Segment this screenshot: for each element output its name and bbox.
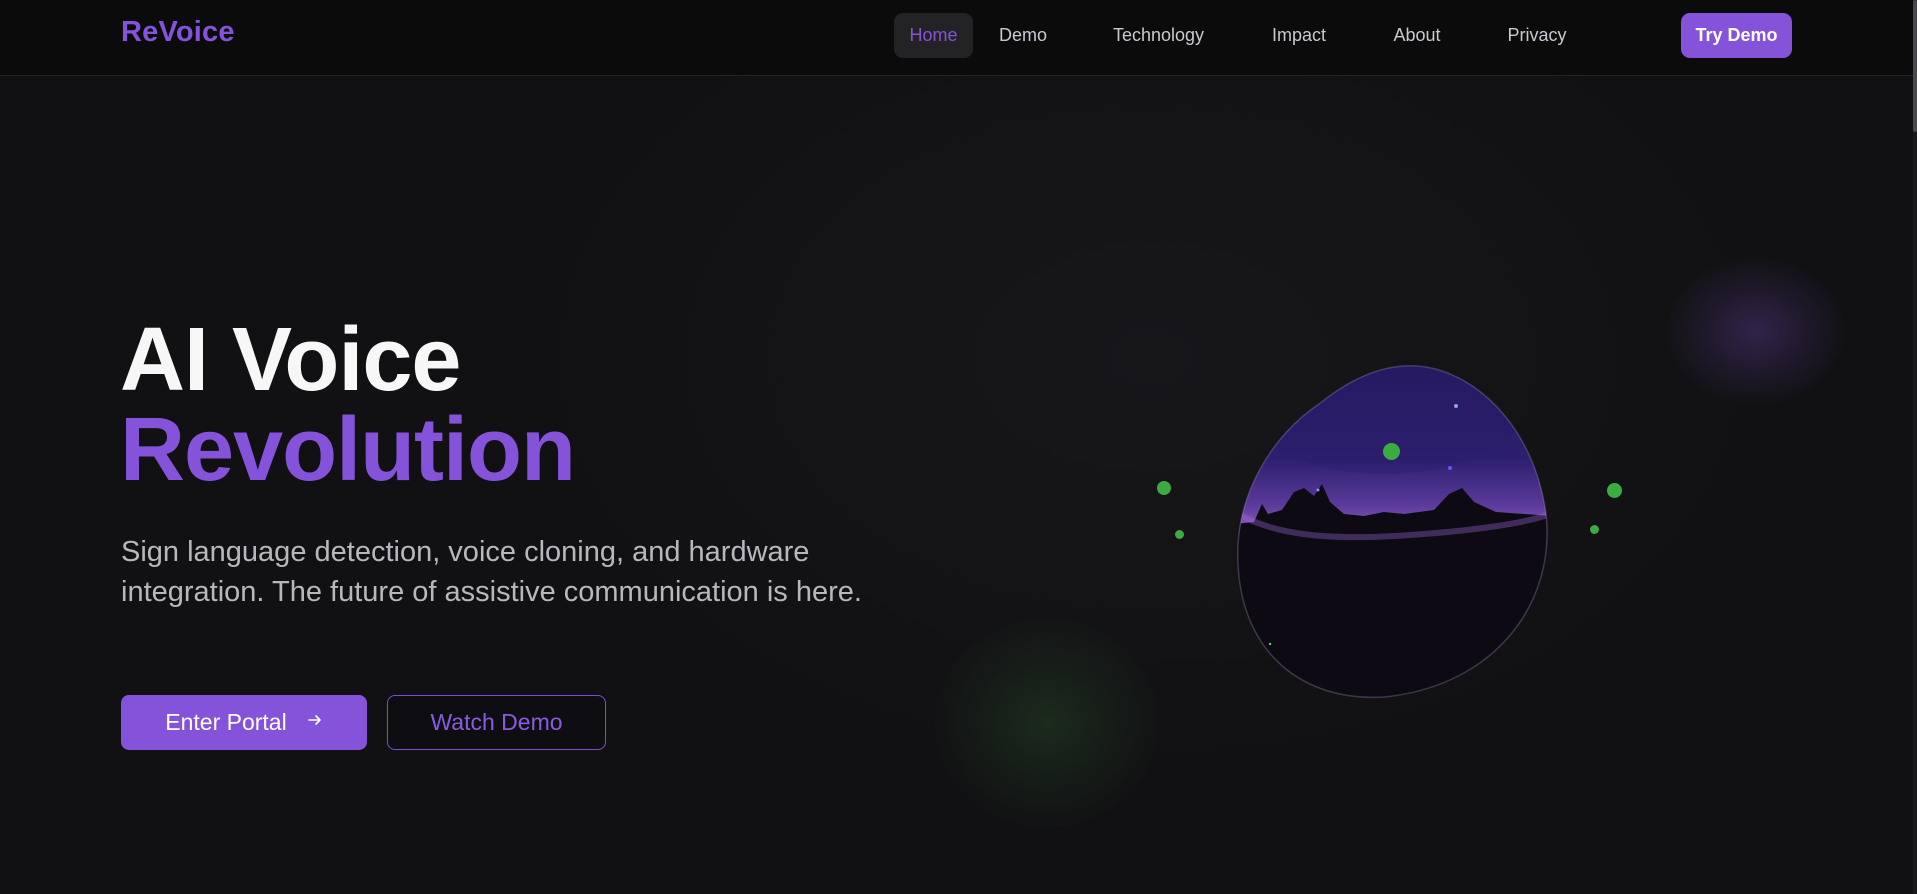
particle-dot (1383, 443, 1400, 460)
purple-glow (1668, 258, 1844, 404)
particle-dot (1175, 530, 1184, 539)
nav-item-privacy[interactable]: Privacy (1504, 13, 1570, 58)
try-demo-button[interactable]: Try Demo (1681, 13, 1792, 58)
particle-dot (1607, 483, 1622, 498)
enter-portal-label: Enter Portal (165, 709, 287, 735)
scrollbar-thumb[interactable] (1913, 0, 1917, 132)
hero-subtitle: Sign language detection, voice cloning, … (121, 536, 862, 608)
page-scrollbar[interactable] (1913, 0, 1917, 894)
nav-links: Home Demo Technology Impact About Privac… (894, 13, 1570, 58)
nav-item-about[interactable]: About (1387, 13, 1447, 58)
nav-item-impact[interactable]: Impact (1267, 13, 1331, 58)
hero-title-line-1: AI Voice (120, 310, 461, 410)
landing-page: ReVoice Home Demo Technology Impact Abou… (0, 0, 1917, 894)
top-navigation: ReVoice Home Demo Technology Impact Abou… (0, 0, 1913, 76)
hero-title-line-2: Revolution (120, 400, 576, 500)
nav-item-technology[interactable]: Technology (1107, 13, 1210, 58)
nav-item-demo[interactable]: Demo (995, 13, 1051, 58)
enter-portal-button[interactable]: Enter Portal (121, 695, 367, 750)
particle-dot (1157, 481, 1171, 495)
watch-demo-button[interactable]: Watch Demo (387, 695, 606, 750)
nav-item-home[interactable]: Home (894, 13, 973, 58)
night-sky-orb-image (1237, 365, 1548, 699)
brand-logo[interactable]: ReVoice (121, 16, 235, 49)
hero-orb-illustration (1234, 364, 1554, 700)
arrow-right-icon (307, 711, 323, 734)
green-glow (935, 618, 1159, 828)
particle-dot (1590, 525, 1599, 534)
